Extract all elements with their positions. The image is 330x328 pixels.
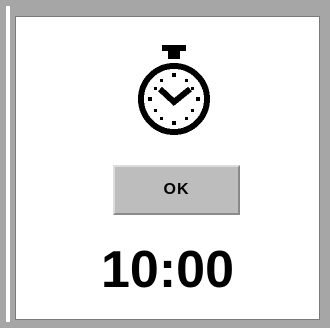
ok-button-label: OK bbox=[163, 181, 190, 198]
frame-highlight bbox=[6, 6, 10, 322]
ok-button[interactable]: OK bbox=[113, 165, 240, 215]
window-frame: OK 10:00 bbox=[0, 0, 330, 328]
stopwatch-icon bbox=[138, 45, 210, 135]
time-display: 10:00 bbox=[101, 241, 234, 299]
